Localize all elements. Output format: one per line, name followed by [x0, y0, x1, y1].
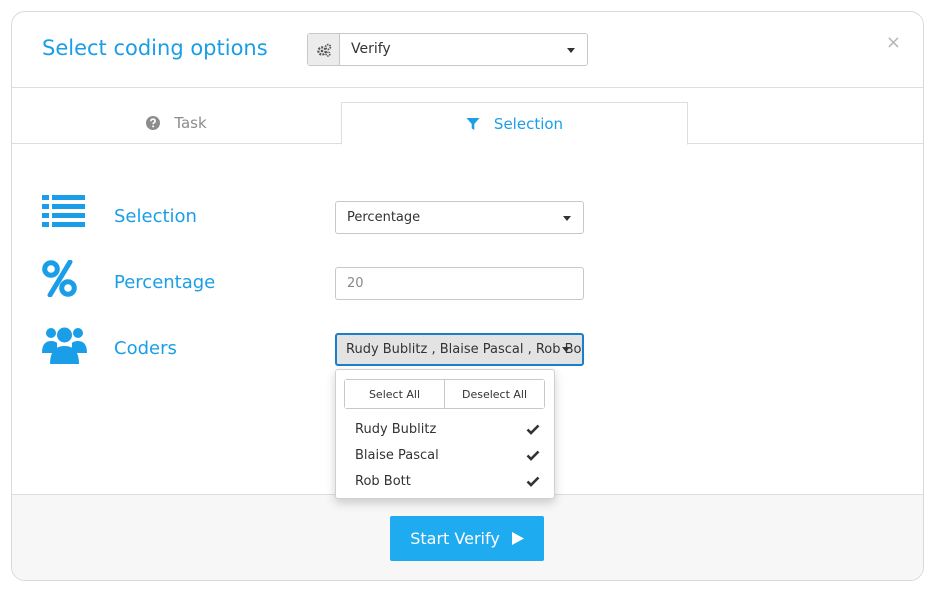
filter-icon [466, 117, 480, 130]
tab-task-label: Task [174, 114, 207, 132]
modal-header: Select coding options Verify × [12, 12, 923, 88]
start-verify-label: Start Verify [410, 529, 500, 548]
percentage-input-placeholder: 20 [347, 276, 364, 291]
tab-selection-label: Selection [493, 114, 564, 133]
select-buttons: Select All Deselect All [344, 379, 545, 409]
modal-footer: Start Verify [12, 494, 923, 580]
coders-selected-value: Rudy Bublitz , Blaise Pascal , Rob Bott [346, 342, 584, 357]
users-icon [42, 327, 87, 364]
check-icon [526, 424, 540, 435]
coder-option-rob-bott[interactable]: Rob Bott [355, 471, 540, 493]
mode-select[interactable]: Verify [307, 33, 588, 66]
gears-icon [308, 34, 340, 65]
modal-title: Select coding options [42, 36, 268, 60]
tab-task[interactable]: Task [12, 102, 341, 144]
selection-select[interactable]: Percentage [335, 201, 584, 234]
chevron-down-icon [567, 48, 575, 53]
coders-label: Coders [114, 338, 177, 359]
chevron-down-icon [562, 347, 570, 352]
percent-icon [42, 260, 77, 297]
chevron-down-icon [563, 216, 571, 221]
tab-selection[interactable]: Selection [341, 102, 688, 145]
coders-dropdown: Select All Deselect All Rudy Bublitz Bla… [335, 369, 555, 499]
close-button[interactable]: × [886, 32, 901, 53]
play-icon [511, 532, 524, 545]
coder-option-label: Rudy Bublitz [355, 422, 437, 437]
deselect-all-button[interactable]: Deselect All [444, 380, 544, 408]
coders-multiselect[interactable]: Rudy Bublitz , Blaise Pascal , Rob Bott [335, 333, 584, 366]
coding-options-modal: Select coding options Verify × Task Sele… [11, 11, 924, 581]
selection-select-value: Percentage [347, 210, 421, 225]
percentage-input[interactable]: 20 [335, 267, 584, 300]
check-icon [526, 476, 540, 487]
percentage-label: Percentage [114, 272, 216, 293]
select-all-button[interactable]: Select All [345, 380, 444, 408]
start-verify-button[interactable]: Start Verify [390, 516, 544, 561]
coder-option-blaise-pascal[interactable]: Blaise Pascal [355, 445, 540, 467]
coder-option-label: Rob Bott [355, 474, 411, 489]
coder-option-rudy-bublitz[interactable]: Rudy Bublitz [355, 419, 540, 441]
mode-select-value: Verify [351, 41, 391, 57]
list-icon [42, 195, 85, 227]
coder-option-label: Blaise Pascal [355, 448, 439, 463]
selection-label: Selection [114, 206, 197, 227]
question-circle-icon [146, 116, 161, 130]
check-icon [526, 450, 540, 461]
tab-bar: Task Selection [12, 102, 923, 145]
